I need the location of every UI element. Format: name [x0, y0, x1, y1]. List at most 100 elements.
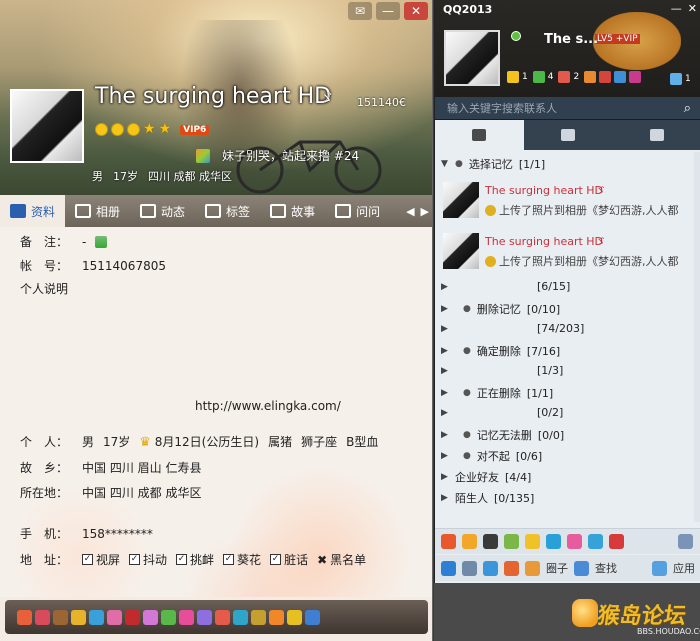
app-icon[interactable] [161, 609, 176, 625]
app-icon[interactable] [483, 534, 498, 549]
app-icon[interactable] [107, 609, 122, 625]
list-item[interactable]: The surging heart HD ゞ 上传了照片到相册《梦幻西游,人人都 [441, 178, 699, 226]
tab-feed[interactable]: 动态 [130, 195, 195, 227]
apps-button[interactable]: 应用 [673, 560, 695, 576]
collapsed-arrow-icon: ▶ [441, 323, 448, 334]
group-count: [0/10] [526, 302, 561, 316]
app-icon[interactable] [179, 609, 194, 625]
group-header[interactable]: ▼ ● 选择记忆 [1/1] [441, 156, 545, 172]
all-apps-grid-icon[interactable] [678, 534, 693, 549]
app-icon[interactable] [504, 534, 519, 549]
curse-action[interactable]: ✓ 脏话 [270, 551, 308, 568]
vip-badge[interactable]: VIP6 [180, 124, 210, 135]
avatar[interactable] [444, 30, 500, 86]
group-header[interactable]: ▶ [1/3] [441, 364, 563, 377]
list-scrollbar[interactable] [694, 152, 700, 522]
close-button[interactable]: ✕ [688, 2, 697, 15]
tab-scroll-left-icon[interactable]: ◀ [406, 205, 414, 218]
app-icon[interactable] [305, 609, 320, 625]
app-icon[interactable] [233, 609, 248, 625]
provoke-action[interactable]: ✓ 挑衅 [176, 551, 214, 568]
group-header[interactable]: ▶ [6/15] [441, 280, 570, 293]
tab-story[interactable]: 故事 [260, 195, 325, 227]
search-input[interactable]: 输入关键字搜索联系人 [447, 100, 557, 116]
group-header[interactable]: ▶ ● 确定删除 [7/16] [441, 343, 560, 359]
level-badges: ★ ★ VIP6 [95, 122, 210, 136]
wallet-icon[interactable] [614, 71, 627, 83]
group-header[interactable]: ▶ 企业好友 [4/4] [441, 469, 531, 485]
app-manager-icon[interactable] [652, 560, 667, 576]
app-icon[interactable] [35, 609, 50, 625]
star-icon[interactable] [507, 71, 519, 83]
app-icon[interactable] [567, 534, 582, 549]
bullet-icon: ● [463, 304, 471, 314]
group-header[interactable]: ▶ [74/203] [441, 322, 584, 335]
contact-search[interactable]: 输入关键字搜索联系人 ⌕ [435, 97, 700, 119]
group-header[interactable]: ▶ [0/2] [441, 406, 563, 419]
app-icon[interactable] [71, 609, 86, 625]
sunflower-action[interactable]: ✓ 葵花 [223, 551, 261, 568]
group-header[interactable]: ▶ ● 对不起 [0/6] [441, 448, 542, 464]
pet-icon[interactable] [584, 71, 597, 83]
settings-icon[interactable] [462, 560, 477, 576]
search-icon[interactable] [574, 560, 589, 576]
tab-contacts[interactable] [435, 120, 524, 150]
app-icon[interactable] [525, 534, 540, 549]
profile-window-controls: ✉ — ✕ [348, 2, 428, 20]
online-status-icon[interactable] [511, 31, 521, 41]
app-icon[interactable] [588, 534, 603, 549]
tab-tags[interactable]: 标签 [195, 195, 260, 227]
message-manager-icon[interactable] [483, 560, 498, 576]
circle-icon[interactable] [525, 560, 540, 576]
app-icon[interactable] [287, 609, 302, 625]
shake-action[interactable]: ✓ 抖动 [129, 551, 167, 568]
app-icon[interactable] [125, 609, 140, 625]
tab-album[interactable]: 相册 [65, 195, 130, 227]
list-item[interactable]: The surging heart HD ゞ 上传了照片到相册《梦幻西游,人人都 [441, 229, 699, 277]
app-icon[interactable] [89, 609, 104, 625]
minimize-button[interactable]: — [376, 2, 400, 20]
mail-button[interactable]: ✉ [348, 2, 372, 20]
signature-text[interactable]: 妹子别哭，站起来撸 #24 [222, 147, 359, 164]
avatar[interactable] [10, 89, 84, 163]
app-icon[interactable] [441, 534, 456, 549]
search-icon[interactable]: ⌕ [684, 101, 691, 116]
security-icon[interactable] [504, 560, 519, 576]
group-header[interactable]: ▶ ● 记忆无法删 [0/0] [441, 427, 564, 443]
remark-value[interactable]: - [82, 235, 86, 249]
find-button[interactable]: 查找 [595, 560, 617, 576]
group-header[interactable]: ▶ ● 删除记忆 [0/10] [441, 301, 560, 317]
tab-questions[interactable]: 问问 [325, 195, 390, 227]
message-box-icon[interactable] [670, 73, 682, 85]
qq-nickname[interactable]: The s... [544, 32, 598, 47]
homepage-link[interactable]: http://www.elingka.com/ [195, 399, 341, 413]
group-header[interactable]: ▶ 陌生人 [0/135] [441, 490, 534, 506]
app-icon[interactable] [215, 609, 230, 625]
app-icon[interactable] [462, 534, 477, 549]
space-icon[interactable] [532, 71, 545, 83]
group-header[interactable]: ▶ ● 正在删除 [1/1] [441, 385, 553, 401]
tab-info[interactable]: 资料 [0, 195, 66, 227]
tab-groups[interactable] [524, 120, 613, 150]
app-icon[interactable] [143, 609, 158, 625]
circle-button[interactable]: 圈子 [546, 560, 568, 576]
tab-scroll-right-icon[interactable]: ▶ [421, 205, 429, 218]
app-icon[interactable] [197, 609, 212, 625]
edit-remark-icon[interactable] [95, 235, 108, 248]
blacklist-action[interactable]: ✖ 黑名单 [317, 551, 366, 568]
app-icon[interactable] [269, 609, 284, 625]
add-icon[interactable] [629, 71, 642, 83]
main-menu-icon[interactable] [441, 560, 456, 576]
game-icon[interactable] [599, 71, 612, 83]
tab-recent[interactable] [612, 120, 700, 150]
close-button[interactable]: ✕ [404, 2, 428, 20]
video-action[interactable]: ✓ 视屏 [82, 551, 120, 568]
app-icon[interactable] [53, 609, 68, 625]
vip-level-badge[interactable]: LV5 +VIP [595, 34, 640, 44]
app-icon[interactable] [609, 534, 624, 549]
collapsed-arrow-icon: ▶ [441, 281, 448, 292]
app-icon[interactable] [546, 534, 561, 549]
app-icon[interactable] [17, 609, 32, 625]
mail-icon[interactable] [558, 71, 571, 83]
app-icon[interactable] [251, 609, 266, 625]
